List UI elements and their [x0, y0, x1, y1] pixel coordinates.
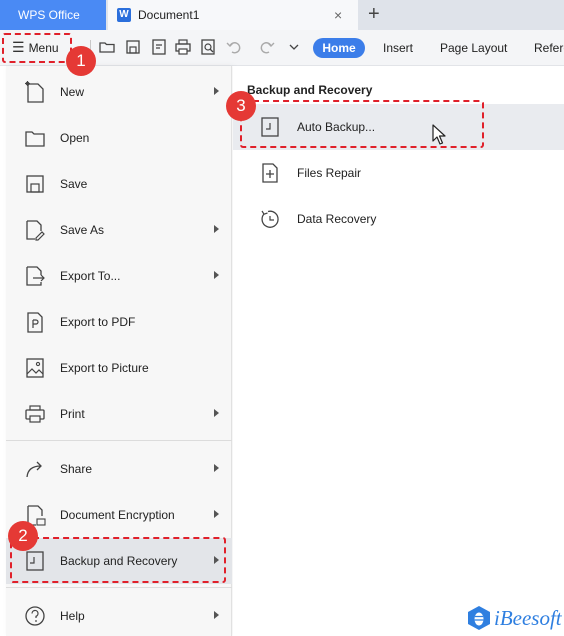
redo-icon[interactable]: [258, 38, 276, 56]
menu-item-label: Open: [60, 131, 90, 145]
menu-item-help[interactable]: Help: [6, 593, 232, 636]
step-badge-3: 3: [226, 91, 256, 121]
submenu-arrow-icon: [214, 611, 219, 619]
tab-page-layout[interactable]: Page Layout: [440, 38, 507, 58]
save-icon[interactable]: [124, 38, 142, 56]
menu-item-label: Save As: [60, 223, 105, 237]
annotation-box-backup-and-recovery: [10, 537, 226, 583]
submenu-title: Backup and Recovery: [247, 83, 373, 97]
customize-toolbar-icon[interactable]: [285, 38, 303, 56]
document-tab[interactable]: W Document1 ×: [108, 0, 358, 30]
menu-item-label: Share: [60, 462, 93, 476]
submenu-arrow-icon: [214, 464, 219, 472]
menu-item-export-to[interactable]: Export To...: [6, 253, 232, 299]
ibeesoft-logo-icon: [468, 606, 490, 630]
save-icon: [26, 175, 44, 193]
submenu-item-data-recovery[interactable]: Data Recovery: [233, 196, 564, 242]
menu-item-export-to-picture[interactable]: Export to Picture: [6, 345, 232, 391]
submenu-item-files-repair[interactable]: Files Repair: [233, 150, 564, 196]
step-badge-2: 2: [8, 521, 38, 551]
submenu-item-label: Files Repair: [297, 166, 362, 180]
menu-divider: [6, 440, 232, 441]
writer-doc-icon: W: [117, 8, 131, 22]
menu-item-export-to-pdf[interactable]: Export to PDF: [6, 299, 232, 345]
menu-item-save[interactable]: Save: [6, 161, 232, 207]
title-bar: WPS Office W Document1 × +: [0, 0, 564, 30]
tab-home[interactable]: Home: [313, 38, 365, 58]
tab-references[interactable]: Refere: [534, 38, 564, 58]
undo-icon[interactable]: [225, 38, 243, 56]
menu-divider: [6, 587, 232, 588]
backup-recovery-submenu: Backup and Recovery Auto Backup... Files…: [233, 66, 564, 636]
annotation-box-auto-backup: [240, 100, 484, 148]
close-tab-icon[interactable]: ×: [334, 0, 342, 30]
menu-item-save-as[interactable]: Save As: [6, 207, 232, 253]
export-icon: [26, 266, 45, 286]
open-folder-icon[interactable]: [98, 38, 116, 56]
menu-item-label: Print: [60, 407, 85, 421]
app-tab-wps-office[interactable]: WPS Office: [0, 0, 106, 30]
submenu-arrow-icon: [214, 510, 219, 518]
menu-item-new[interactable]: New: [6, 69, 232, 115]
menu-item-document-encryption[interactable]: Document Encryption: [6, 492, 232, 538]
document-tab-label: Document1: [138, 8, 200, 22]
submenu-arrow-icon: [214, 87, 219, 95]
data-recovery-icon: [261, 210, 279, 228]
brand-text: iBeesoft: [494, 606, 562, 630]
new-file-icon: [25, 81, 44, 103]
print-preview-icon[interactable]: [199, 38, 217, 56]
menu-item-share[interactable]: Share: [6, 446, 232, 492]
step-badge-1: 1: [66, 46, 96, 76]
export-pdf-icon[interactable]: [150, 38, 168, 56]
submenu-item-label: Data Recovery: [297, 212, 377, 226]
files-repair-icon: [262, 163, 278, 183]
tab-insert[interactable]: Insert: [383, 38, 413, 58]
menu-item-label: Help: [60, 609, 85, 623]
annotation-box-menu: [2, 33, 72, 63]
submenu-arrow-icon: [214, 271, 219, 279]
menu-item-label: Export To...: [60, 269, 121, 283]
menu-item-label: Document Encryption: [60, 508, 175, 522]
menu-item-label: Export to PDF: [60, 315, 136, 329]
help-icon: [25, 606, 45, 626]
menu-item-label: Save: [60, 177, 88, 191]
new-tab-icon[interactable]: +: [368, 2, 380, 26]
pdf-icon: [27, 312, 43, 333]
menu-item-open[interactable]: Open: [6, 115, 232, 161]
folder-open-icon: [25, 131, 45, 147]
submenu-arrow-icon: [214, 225, 219, 233]
share-icon: [26, 461, 42, 478]
menu-item-print[interactable]: Print: [6, 391, 232, 437]
picture-icon: [26, 358, 44, 378]
menu-item-label: Export to Picture: [60, 361, 149, 375]
submenu-arrow-icon: [214, 409, 219, 417]
printer-icon: [25, 405, 45, 423]
print-icon[interactable]: [174, 38, 192, 56]
save-as-icon: [26, 220, 45, 241]
